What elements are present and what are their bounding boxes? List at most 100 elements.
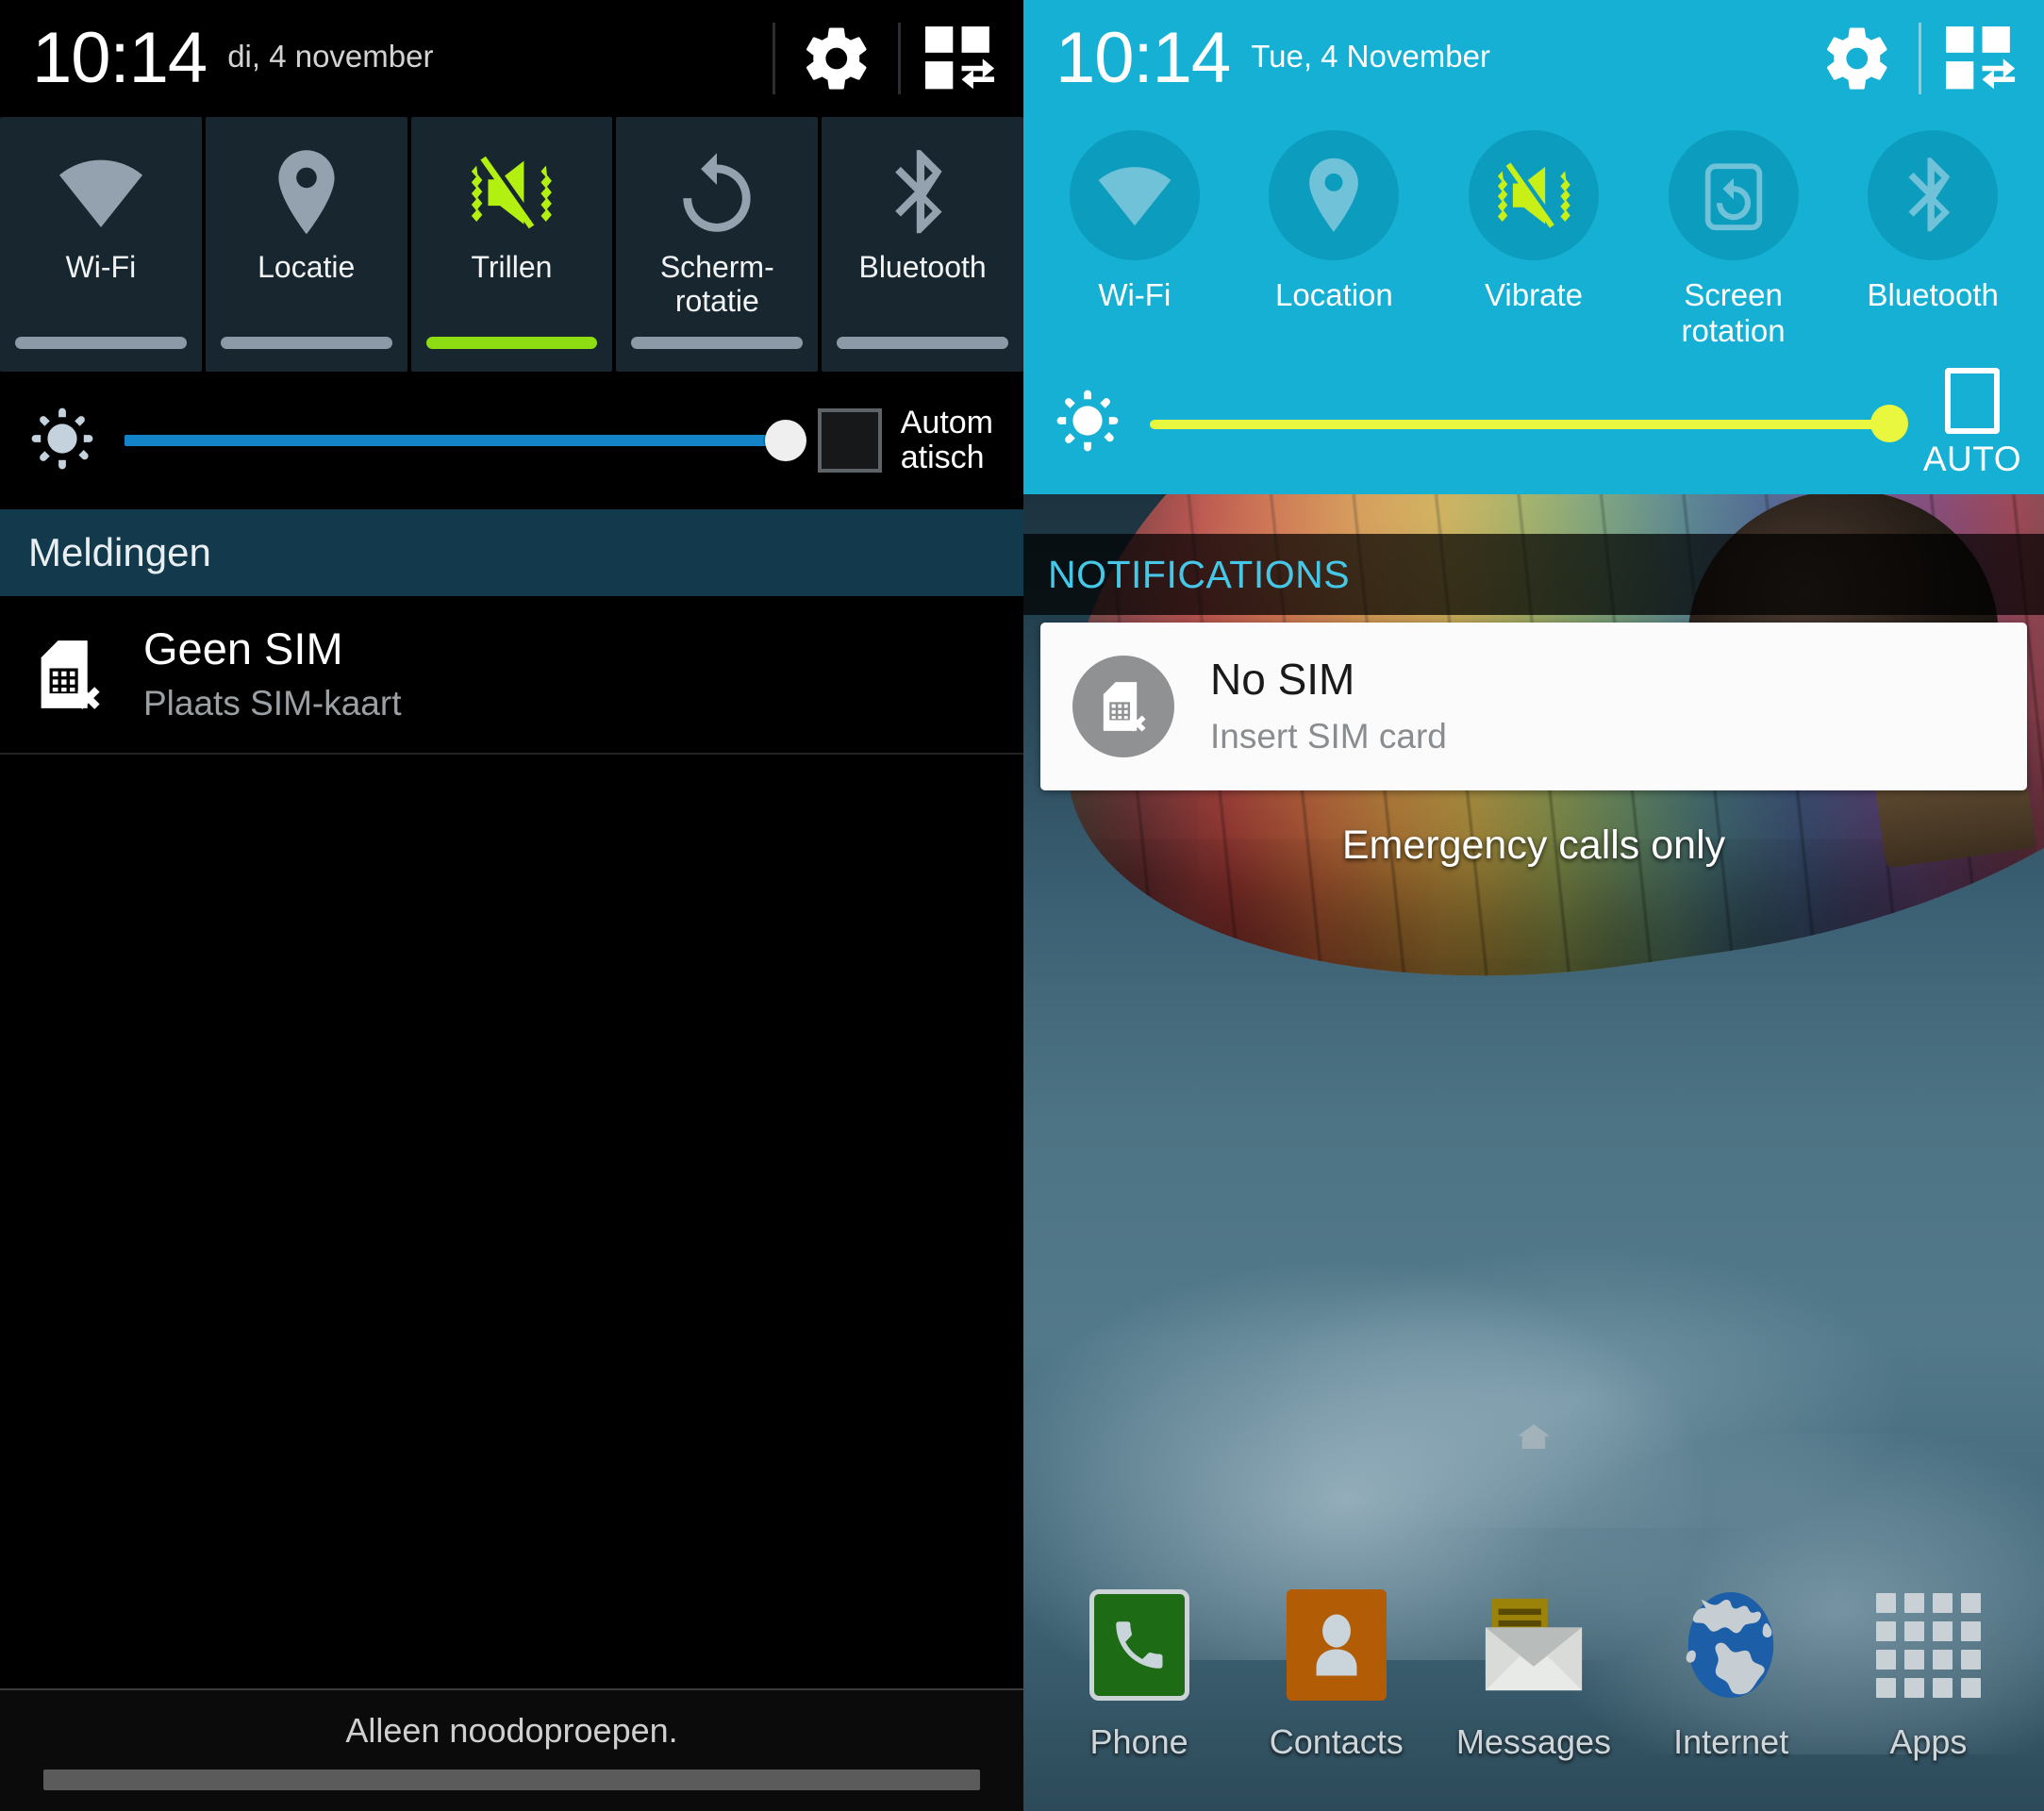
right-toggle-screen-rotation[interactable]: Screen rotation [1634,130,1834,349]
right-brightness-row: AUTO [1023,353,2044,494]
left-toggle-label: Wi-Fi [65,250,137,284]
right-header-icons [1820,0,2016,117]
wifi-icon [1069,130,1200,260]
slider-track [1150,419,1899,429]
right-toggle-location[interactable]: Location [1235,130,1435,349]
left-brightness-row: Autom atisch [0,372,1023,509]
left-toggle-vibrate[interactable]: Trillen [410,117,613,372]
right-toggle-label: Screen rotation [1681,277,1786,348]
auto-brightness-checkbox[interactable] [1944,367,2000,434]
left-footer-status: Alleen noodoproepen. [345,1711,678,1750]
left-toggle-indicator [220,337,392,349]
left-footer: Alleen noodoproepen. [0,1688,1023,1811]
bluetooth-icon [1868,130,1999,260]
left-notification-item[interactable]: Geen SIM Plaats SIM-kaart [0,596,1023,755]
left-auto-brightness-toggle[interactable]: Autom atisch [817,404,1003,476]
left-toggle-indicator [837,337,1008,349]
vibrate-mute-icon [464,143,558,241]
globe-icon [1674,1588,1787,1702]
dock-item-phone[interactable]: Phone [1050,1588,1229,1762]
left-header-divider-2 [898,23,901,94]
right-quick-toggles: Wi-Fi Location Vibrate Screen rotation B… [1023,117,2044,353]
dock-item-contacts[interactable]: Contacts [1247,1588,1426,1762]
left-status-bar: 10:14 di, 4 november [0,0,1023,117]
brightness-sun-icon [1054,387,1122,459]
right-date: Tue, 4 November [1251,39,1490,74]
left-notification-title: Geen SIM [143,623,343,674]
comparison-screenshot: 10:14 di, 4 november Wi-Fi Locatie Trill… [0,0,2044,1811]
right-notifications-header: NOTIFICATIONS [1023,534,2044,615]
left-toggle-label: Locatie [258,250,356,284]
brightness-sun-icon [28,405,96,477]
gear-icon[interactable] [1820,22,1894,95]
left-clock: 10:14 [32,18,208,98]
left-toggle-indicator [15,337,187,349]
left-quick-toggles: Wi-Fi Locatie Trillen Scherm- rotatie Bl… [0,117,1023,372]
right-toggle-label: Vibrate [1485,277,1583,312]
left-date: di, 4 november [227,39,434,74]
right-toggle-label: Wi-Fi [1098,277,1172,312]
right-notifications-header-label: NOTIFICATIONS [1048,552,1351,596]
location-pin-icon [272,143,341,241]
right-notification-panel: 10:14 Tue, 4 November Wi-Fi Location Vib… [1023,0,2044,1811]
quick-settings-grid-icon[interactable] [925,25,995,91]
home-screen-dock: Phone Contacts Messages Internet Apps [1023,1588,2044,1762]
right-clock: 10:14 [1055,18,1231,98]
contacts-icon [1280,1588,1393,1702]
left-toggle-bluetooth[interactable]: Bluetooth [822,117,1023,372]
dock-label: Internet [1673,1722,1789,1761]
location-pin-icon [1269,130,1400,260]
right-status-bar: 10:14 Tue, 4 November [1023,0,2044,117]
screen-rotation-icon [1668,130,1799,260]
phone-icon [1083,1588,1196,1702]
screen-rotation-icon [673,143,760,241]
gear-icon[interactable] [800,22,873,95]
right-brightness-slider[interactable] [1150,404,1908,442]
left-panel-drag-handle[interactable] [43,1769,980,1790]
auto-brightness-checkbox[interactable] [817,408,882,473]
left-brightness-slider[interactable] [125,420,806,461]
left-notifications-header: Meldingen [0,509,1023,596]
left-notification-subtitle: Plaats SIM-kaart [143,683,402,723]
no-sim-card-icon [1072,656,1174,757]
right-auto-brightness-toggle[interactable]: AUTO [1922,367,2021,479]
right-quick-settings-panel: 10:14 Tue, 4 November Wi-Fi Location Vib… [1023,0,2044,494]
left-toggle-label: Scherm-rotatie [659,250,774,318]
dock-label: Contacts [1269,1722,1404,1761]
right-notification-text: No SIM Insert SIM card [1210,654,1447,758]
right-toggle-bluetooth[interactable]: Bluetooth [1833,130,2033,349]
right-toggle-label: Location [1275,277,1393,312]
left-toggle-location[interactable]: Locatie [205,117,407,372]
left-notifications-header-label: Meldingen [28,530,211,574]
left-toggle-wifi[interactable]: Wi-Fi [0,117,202,372]
apps-grid-icon [1871,1588,1985,1702]
dock-item-apps[interactable]: Apps [1838,1588,2018,1762]
auto-brightness-label: Autom atisch [900,404,993,475]
slider-thumb[interactable] [1870,404,1908,442]
dock-label: Apps [1889,1722,1968,1761]
vibrate-mute-icon [1468,130,1599,260]
right-notification-item[interactable]: No SIM Insert SIM card [1040,623,2027,790]
right-notification-subtitle: Insert SIM card [1210,716,1447,756]
dock-label: Phone [1089,1722,1188,1761]
dock-label: Messages [1455,1722,1611,1761]
left-toggle-screen-rotation[interactable]: Scherm-rotatie [616,117,819,372]
right-toggle-label: Bluetooth [1867,277,1999,312]
quick-settings-grid-icon[interactable] [1946,25,2016,91]
slider-thumb[interactable] [764,420,806,461]
right-toggle-wifi[interactable]: Wi-Fi [1035,130,1235,349]
left-header-icons [748,0,995,117]
dock-item-messages[interactable]: Messages [1444,1588,1623,1762]
left-notification-text: Geen SIM Plaats SIM-kaart [143,623,401,726]
left-header-divider-1 [773,23,775,94]
auto-brightness-label: AUTO [1922,439,2021,478]
right-emergency-status: Emergency calls only [1341,822,1726,868]
bluetooth-icon [889,143,956,241]
left-toggle-indicator [425,337,598,349]
left-toggle-label: Trillen [471,250,553,284]
left-notification-panel: 10:14 di, 4 november Wi-Fi Locatie Trill… [0,0,1023,1811]
right-toggle-vibrate[interactable]: Vibrate [1434,130,1634,349]
no-sim-card-icon [28,634,109,715]
dock-item-internet[interactable]: Internet [1641,1588,1820,1762]
right-notification-title: No SIM [1210,655,1355,705]
